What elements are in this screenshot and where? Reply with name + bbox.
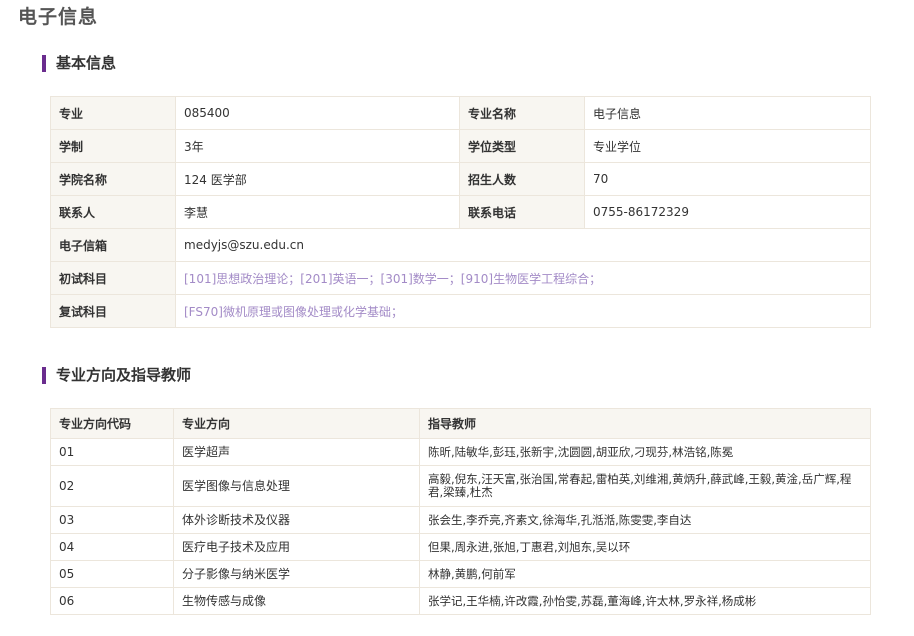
retest-subjects-cell: [FS70]微机原理或图像处理或化学基础； xyxy=(175,294,871,328)
direction-teachers: 陈昕,陆敏华,彭珏,张新宇,沈圆圆,胡亚欣,刁现芬,林浩铭,陈冕 xyxy=(419,438,871,466)
info-row-email: 电子信箱 medyjs@szu.edu.cn xyxy=(50,228,871,262)
basic-info-heading: 基本信息 xyxy=(42,55,116,72)
direction-teachers: 张会生,李乔亮,齐素文,徐海华,孔湉湉,陈雯雯,李自达 xyxy=(419,506,871,534)
direction-code: 02 xyxy=(50,465,174,507)
col-header-code: 专业方向代码 xyxy=(50,408,174,439)
email-value: medyjs@szu.edu.cn xyxy=(175,228,871,262)
direction-teachers: 林静,黄鹏,何前军 xyxy=(419,560,871,588)
major-name-label: 专业名称 xyxy=(459,96,585,130)
table-row: 01 医学超声 陈昕,陆敏华,彭珏,张新宇,沈圆圆,胡亚欣,刁现芬,林浩铭,陈冕 xyxy=(50,438,871,466)
email-label: 电子信箱 xyxy=(50,228,176,262)
direction-teachers: 张学记,王华楠,许改霞,孙怡雯,苏磊,董海峰,许太林,罗永祥,杨成彬 xyxy=(419,587,871,615)
directions-header-row: 专业方向代码 专业方向 指导教师 xyxy=(50,408,871,439)
contact-value: 李慧 xyxy=(175,195,460,229)
directions-heading: 专业方向及指导教师 xyxy=(42,367,191,384)
table-row: 03 体外诊断技术及仪器 张会生,李乔亮,齐素文,徐海华,孔湉湉,陈雯雯,李自达 xyxy=(50,506,871,534)
phone-value: 0755-86172329 xyxy=(584,195,871,229)
direction-code: 03 xyxy=(50,506,174,534)
table-row: 04 医疗电子技术及应用 但果,周永进,张旭,丁惠君,刘旭东,吴以环 xyxy=(50,533,871,561)
info-row-duration: 学制 3年 学位类型 专业学位 xyxy=(50,129,871,163)
directions-table: 专业方向代码 专业方向 指导教师 01 医学超声 陈昕,陆敏华,彭珏,张新宇,沈… xyxy=(50,408,871,615)
major-label: 专业 xyxy=(50,96,176,130)
col-header-teachers: 指导教师 xyxy=(419,408,871,439)
major-name-value: 电子信息 xyxy=(584,96,871,130)
direction-code: 01 xyxy=(50,438,174,466)
degree-type-label: 学位类型 xyxy=(459,129,585,163)
info-row-retest: 复试科目 [FS70]微机原理或图像处理或化学基础； xyxy=(50,294,871,328)
enrollment-label: 招生人数 xyxy=(459,162,585,196)
info-row-prelim: 初试科目 [101]思想政治理论；[201]英语一；[301]数学一；[910]… xyxy=(50,261,871,295)
enrollment-value: 70 xyxy=(584,162,871,196)
college-label: 学院名称 xyxy=(50,162,176,196)
direction-name: 生物传感与成像 xyxy=(173,587,420,615)
contact-label: 联系人 xyxy=(50,195,176,229)
basic-info-table: 专业 085400 专业名称 电子信息 学制 3年 学位类型 专业学位 学院名称… xyxy=(50,96,871,328)
duration-value: 3年 xyxy=(175,129,460,163)
info-row-college: 学院名称 124 医学部 招生人数 70 xyxy=(50,162,871,196)
duration-label: 学制 xyxy=(50,129,176,163)
phone-label: 联系电话 xyxy=(459,195,585,229)
info-row-major: 专业 085400 专业名称 电子信息 xyxy=(50,96,871,130)
direction-name: 体外诊断技术及仪器 xyxy=(173,506,420,534)
prelim-subjects-link[interactable]: [101]思想政治理论；[201]英语一；[301]数学一；[910]生物医学工… xyxy=(184,272,601,286)
table-row: 02 医学图像与信息处理 高毅,倪东,汪天富,张治国,常春起,雷柏英,刘维湘,黄… xyxy=(50,465,871,507)
direction-teachers: 但果,周永进,张旭,丁惠君,刘旭东,吴以环 xyxy=(419,533,871,561)
page-title: 电子信息 xyxy=(18,6,99,28)
direction-name: 医学超声 xyxy=(173,438,420,466)
table-row: 05 分子影像与纳米医学 林静,黄鹏,何前军 xyxy=(50,560,871,588)
table-row: 06 生物传感与成像 张学记,王华楠,许改霞,孙怡雯,苏磊,董海峰,许太林,罗永… xyxy=(50,587,871,615)
direction-code: 04 xyxy=(50,533,174,561)
direction-name: 分子影像与纳米医学 xyxy=(173,560,420,588)
retest-label: 复试科目 xyxy=(50,294,176,328)
col-header-direction: 专业方向 xyxy=(173,408,420,439)
degree-type-value: 专业学位 xyxy=(584,129,871,163)
direction-teachers: 高毅,倪东,汪天富,张治国,常春起,雷柏英,刘维湘,黄炳升,薛武峰,王毅,黄淦,… xyxy=(419,465,871,507)
direction-code: 06 xyxy=(50,587,174,615)
direction-code: 05 xyxy=(50,560,174,588)
college-value: 124 医学部 xyxy=(175,162,460,196)
direction-name: 医学图像与信息处理 xyxy=(173,465,420,507)
major-value: 085400 xyxy=(175,96,460,130)
info-row-contact: 联系人 李慧 联系电话 0755-86172329 xyxy=(50,195,871,229)
direction-name: 医疗电子技术及应用 xyxy=(173,533,420,561)
prelim-label: 初试科目 xyxy=(50,261,176,295)
retest-subjects-link[interactable]: [FS70]微机原理或图像处理或化学基础； xyxy=(184,305,403,319)
prelim-subjects-cell: [101]思想政治理论；[201]英语一；[301]数学一；[910]生物医学工… xyxy=(175,261,871,295)
